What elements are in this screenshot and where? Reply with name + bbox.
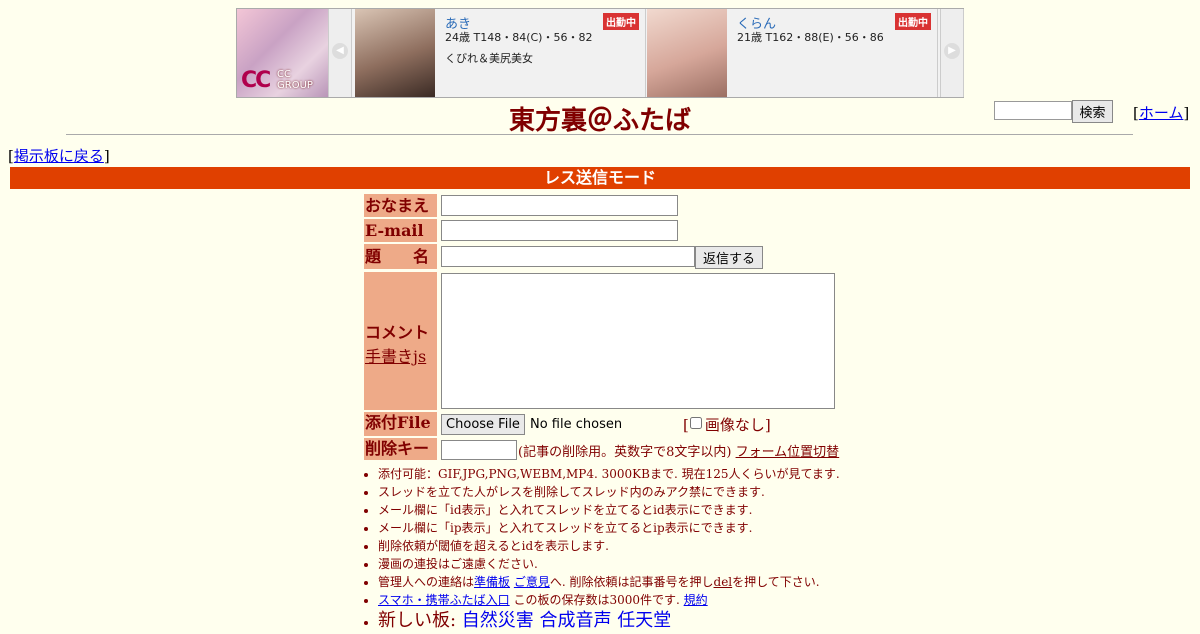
ad-card[interactable]: あき 24歳 T148・84(C)・56・82 くびれ＆美尻美女 出勤中 bbox=[355, 9, 646, 97]
new-boards-label: 新しい板: bbox=[378, 610, 462, 631]
list-item: メール欄に「id表示」と入れてスレッドを立てるとid表示にできます. bbox=[378, 501, 840, 519]
note-text: へ. 削除依頼は記事番号を押し bbox=[549, 575, 714, 589]
ad-group-logo[interactable]: CC CC GROUP bbox=[237, 9, 328, 97]
profile-photo bbox=[647, 9, 727, 97]
logo-text: CC GROUP bbox=[277, 69, 313, 91]
profile-photo bbox=[355, 9, 435, 97]
list-item: スマホ・携帯ふたば入口 この板の保存数は3000件です. 規約 bbox=[378, 591, 840, 609]
comment-label-cell: コメント 手書きjs bbox=[364, 272, 437, 410]
ad-banner[interactable]: CC CC GROUP ◀ あき 24歳 T148・84(C)・56・82 くび… bbox=[236, 8, 964, 98]
divider bbox=[66, 134, 1133, 135]
file-status: No file chosen bbox=[530, 417, 623, 432]
back-link-wrapper: [掲示板に戻る] bbox=[8, 147, 110, 165]
ad-card[interactable]: くらん 21歳 T162・88(E)・56・86 出勤中 bbox=[647, 9, 938, 97]
comment-field[interactable] bbox=[441, 273, 835, 409]
subject-field[interactable] bbox=[441, 246, 695, 267]
delete-key-field[interactable] bbox=[441, 440, 517, 460]
form-position-toggle[interactable]: フォーム位置切替 bbox=[736, 445, 840, 460]
board-link-nintendo[interactable]: 任天堂 bbox=[617, 610, 671, 631]
choose-file-button[interactable]: Choose File bbox=[441, 414, 525, 435]
list-item: 漫画の連投はご遠慮ください. bbox=[378, 555, 840, 573]
search-button[interactable]: 検索 bbox=[1072, 100, 1113, 123]
file-label: 添付File bbox=[364, 412, 437, 436]
delkey-note: (記事の削除用。英数字で8文字以内) bbox=[518, 445, 732, 460]
comment-label: コメント bbox=[365, 323, 430, 342]
list-item: 新しい板: 自然災害 合成音声 任天堂 bbox=[378, 609, 840, 633]
ad-next-button[interactable]: ▶ bbox=[940, 9, 964, 97]
chevron-left-icon: ◀ bbox=[332, 43, 348, 59]
no-image-checkbox[interactable] bbox=[689, 417, 702, 429]
list-item: スレッドを立てた人がレスを削除してスレッド内のみアク禁にできます. bbox=[378, 483, 840, 501]
list-item: 添付可能：GIF,JPG,PNG,WEBM,MP4. 3000KBまで. 現在1… bbox=[378, 465, 840, 483]
home-link-wrapper: [ホーム] bbox=[1133, 104, 1190, 122]
note-text: 管理人への連絡は bbox=[378, 575, 475, 589]
notes-list: 添付可能：GIF,JPG,PNG,WEBM,MP4. 3000KBまで. 現在1… bbox=[362, 465, 840, 633]
subject-label: 題 名 bbox=[364, 244, 437, 269]
mode-bar: レス送信モード bbox=[10, 167, 1190, 189]
ad-card-stats: 24歳 T148・84(C)・56・82 bbox=[445, 31, 593, 44]
list-item: 削除依頼が閾値を超えるとidを表示します. bbox=[378, 537, 840, 555]
chevron-right-icon: ▶ bbox=[944, 43, 960, 59]
board-link-synth-voice[interactable]: 合成音声 bbox=[540, 610, 612, 631]
list-item: 管理人への連絡は準備板 ご意見へ. 削除依頼は記事番号を押しdelを押して下さい… bbox=[378, 573, 840, 591]
terms-link[interactable]: 規約 bbox=[684, 593, 708, 607]
status-badge: 出勤中 bbox=[895, 13, 931, 30]
back-to-board-link[interactable]: 掲示板に戻る bbox=[14, 147, 104, 165]
name-field[interactable] bbox=[441, 195, 678, 216]
logo-mark: CC bbox=[241, 68, 271, 93]
home-link[interactable]: ホーム bbox=[1139, 104, 1184, 122]
ad-card-stats: 21歳 T162・88(E)・56・86 bbox=[737, 31, 884, 44]
handwrite-link[interactable]: 手書きjs bbox=[365, 347, 426, 366]
no-image-toggle[interactable]: [画像なし] bbox=[683, 414, 771, 435]
reply-button[interactable]: 返信する bbox=[695, 246, 763, 269]
del-link[interactable]: del bbox=[714, 575, 733, 589]
note-text: を押して下さい. bbox=[732, 575, 820, 589]
prep-board-link[interactable]: 準備板 bbox=[474, 575, 510, 589]
feedback-link[interactable]: ご意見 bbox=[514, 575, 550, 589]
board-link-disaster[interactable]: 自然災害 bbox=[462, 610, 534, 631]
status-badge: 出勤中 bbox=[603, 13, 639, 30]
name-label: おなまえ bbox=[364, 194, 437, 217]
list-item: メール欄に「ip表示」と入れてスレッドを立てるとip表示にできます. bbox=[378, 519, 840, 537]
search-input[interactable] bbox=[994, 101, 1072, 120]
delkey-label: 削除キー bbox=[364, 438, 437, 460]
ad-prev-button[interactable]: ◀ bbox=[328, 9, 352, 97]
ad-card-desc: くびれ＆美尻美女 bbox=[445, 52, 533, 65]
no-image-label: 画像なし bbox=[704, 416, 765, 434]
mobile-entrance-link[interactable]: スマホ・携帯ふたば入口 bbox=[378, 593, 510, 607]
email-label: E-mail bbox=[364, 219, 437, 242]
note-text: この板の保存数は3000件です. bbox=[509, 593, 684, 607]
delkey-note-wrapper: (記事の削除用。英数字で8文字以内) フォーム位置切替 bbox=[518, 441, 839, 460]
email-field[interactable] bbox=[441, 220, 678, 241]
